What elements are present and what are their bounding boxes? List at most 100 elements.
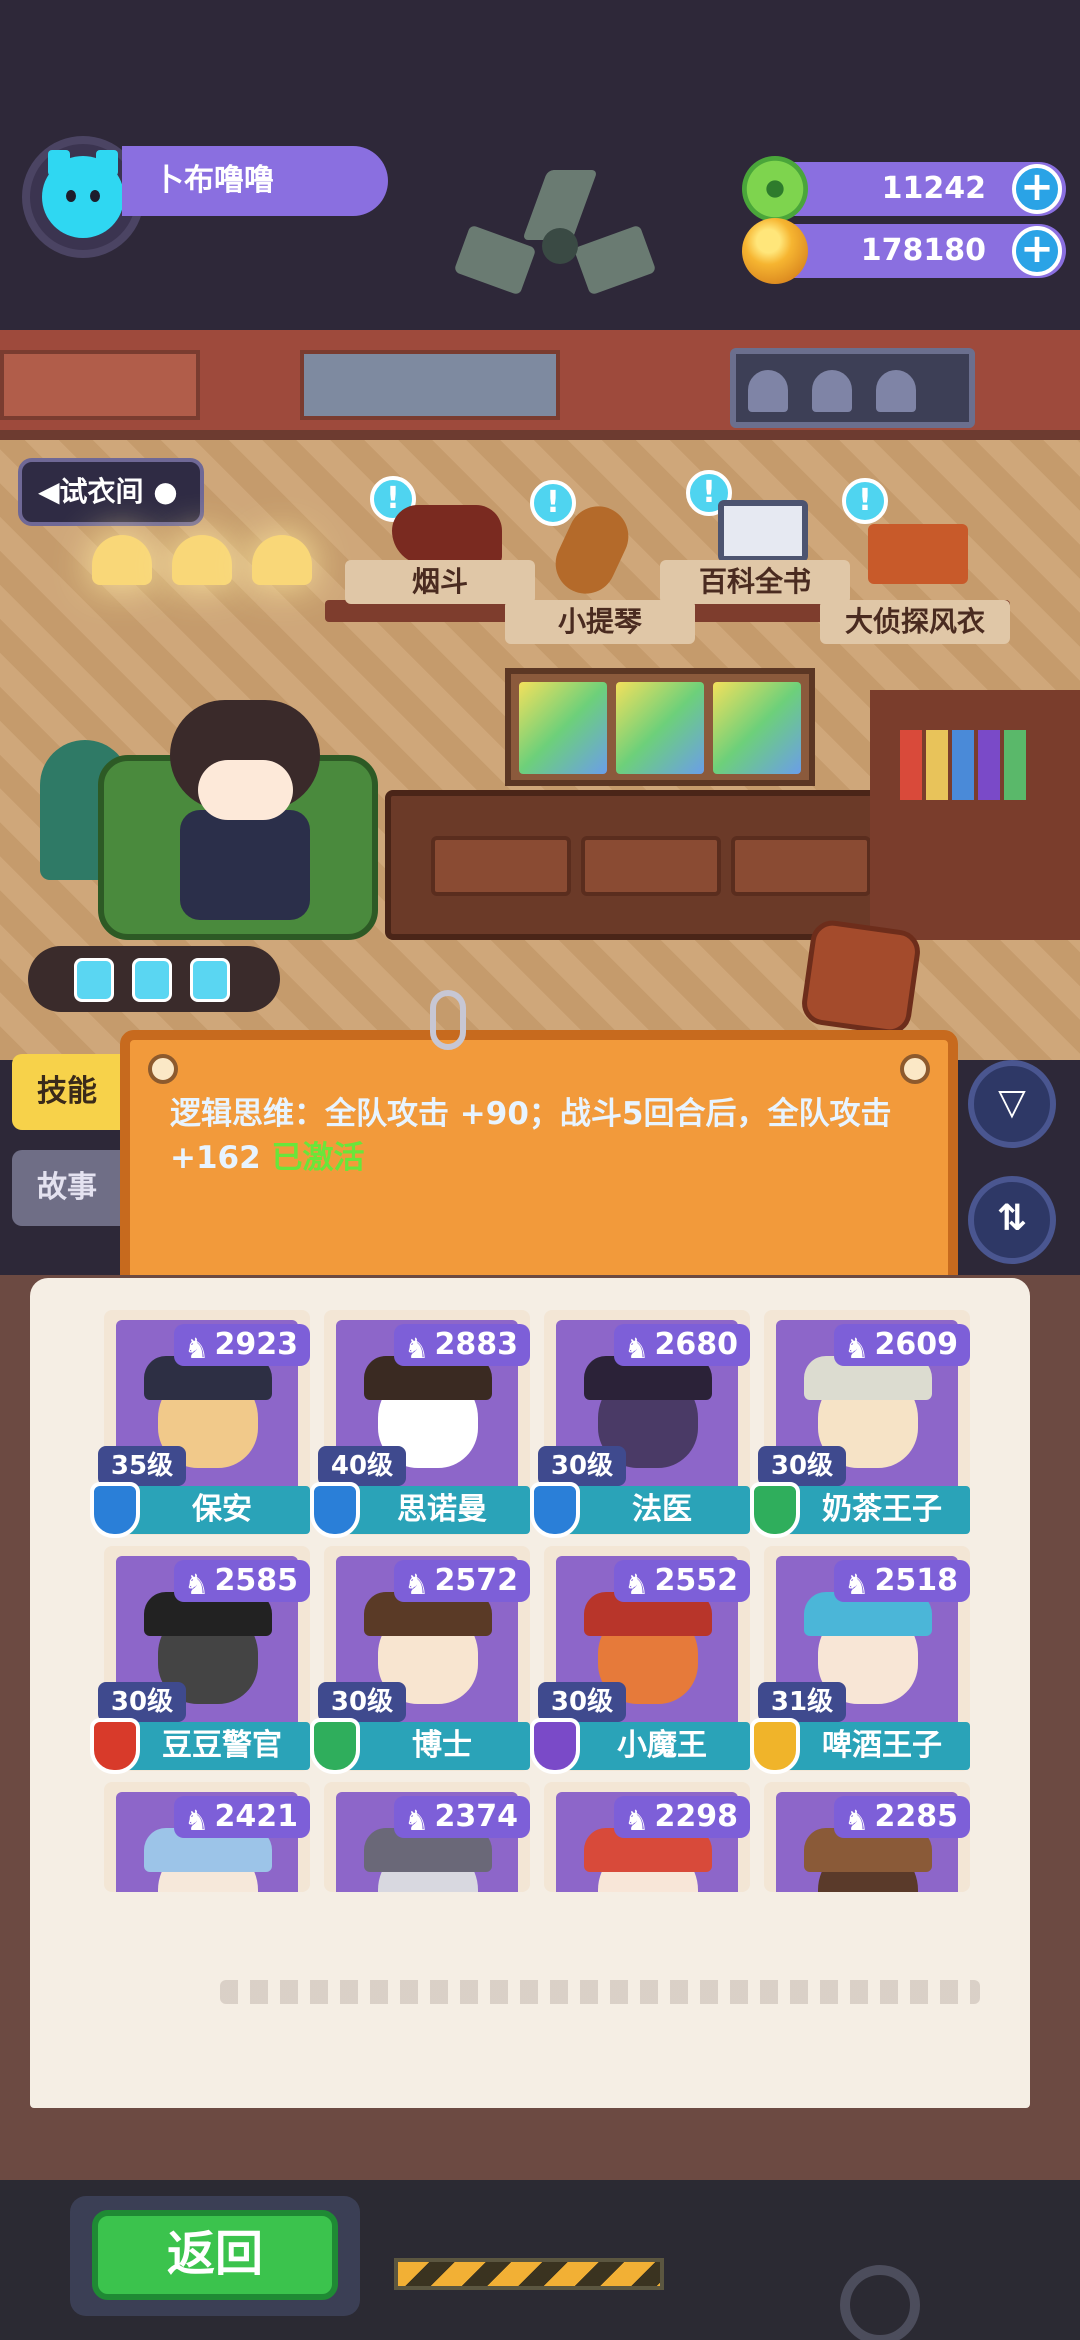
detective-character[interactable] (160, 700, 330, 920)
energy-bar (28, 946, 280, 1012)
hazard-stripe (394, 2258, 664, 2290)
power-icon: ♞ (404, 1804, 430, 1837)
book (900, 730, 922, 800)
sort-icon: ⇅ (996, 1198, 1028, 1239)
board-bolt (900, 1054, 930, 1084)
sort-button[interactable]: ⇅ (968, 1176, 1056, 1264)
power-number: 2552 (654, 1563, 739, 1598)
power-icon: ♞ (844, 1332, 870, 1365)
power-value: ♞ 2374 (394, 1796, 530, 1838)
encyclopedia-icon[interactable] (718, 500, 808, 562)
class-shield-icon (750, 1718, 800, 1774)
ghost-icon (876, 370, 916, 412)
character-card[interactable]: ♞ 2923 35级 保安 (90, 1310, 310, 1538)
character-card[interactable]: ♞ 2572 30级 博士 (310, 1546, 530, 1774)
chat-bubble-button[interactable] (799, 917, 923, 1038)
power-number: 2285 (874, 1799, 959, 1834)
level-badge: 31级 (758, 1682, 846, 1722)
character-card[interactable]: ♞ 2374 (324, 1782, 530, 1892)
paper-clip (430, 990, 466, 1050)
portrait-picture (713, 682, 801, 774)
character-card[interactable]: ♞ 2421 (104, 1782, 310, 1892)
currency-gold: 178180 + (742, 218, 1066, 284)
power-icon: ♞ (404, 1568, 430, 1601)
power-value: ♞ 2298 (614, 1796, 750, 1838)
desk-drawer (431, 836, 571, 896)
level-badge: 30级 (98, 1682, 186, 1722)
skill-description: 逻辑思维：全队攻击 +90；战斗5回合后，全队攻击 +162 已激活 (170, 1092, 930, 1180)
power-number: 2298 (654, 1799, 739, 1834)
character-card[interactable]: ♞ 2883 40级 思诺曼 (310, 1310, 530, 1538)
character-coat (180, 810, 310, 920)
skill-status: 已激活 (271, 1140, 365, 1176)
filter-button[interactable]: ▽ (968, 1060, 1056, 1148)
ring-decoration (840, 2265, 920, 2340)
power-value: ♞ 2421 (174, 1796, 310, 1838)
power-icon: ♞ (844, 1568, 870, 1601)
character-card[interactable]: ♞ 2552 30级 小魔王 (530, 1546, 750, 1774)
lamp-shade (92, 535, 152, 585)
item-label-violin: 小提琴 (505, 600, 695, 644)
item-label-pipe: 烟斗 (345, 560, 535, 604)
power-icon: ♞ (624, 1804, 650, 1837)
book (978, 730, 1000, 800)
desk-drawer (731, 836, 871, 896)
power-value: ♞ 2923 (174, 1324, 310, 1366)
fan-blade (573, 224, 657, 296)
power-number: 2923 (214, 1327, 299, 1362)
filter-icon: ▽ (998, 1082, 1026, 1123)
character-card[interactable]: ♞ 2285 (764, 1782, 970, 1892)
desk-drawer (581, 836, 721, 896)
power-number: 2518 (874, 1563, 959, 1598)
portrait-picture (519, 682, 607, 774)
level-badge: 35级 (98, 1446, 186, 1486)
alert-icon[interactable]: ! (530, 480, 576, 526)
add-currency-button[interactable]: + (1012, 164, 1062, 214)
power-value: ♞ 2680 (614, 1324, 750, 1366)
ghost-icon (748, 370, 788, 412)
class-shield-icon (530, 1718, 580, 1774)
tab-skill[interactable]: 技能 (12, 1054, 122, 1130)
power-number: 2585 (214, 1563, 299, 1598)
green-gem-icon (742, 156, 808, 222)
back-button[interactable]: 返回 (92, 2210, 338, 2300)
class-shield-icon (310, 1482, 360, 1538)
book (952, 730, 974, 800)
character-card[interactable]: ♞ 2680 30级 法医 (530, 1310, 750, 1538)
power-icon: ♞ (184, 1568, 210, 1601)
class-shield-icon (750, 1482, 800, 1538)
power-value: ♞ 2552 (614, 1560, 750, 1602)
item-label-coat: 大侦探风衣 (820, 600, 1010, 644)
power-icon: ♞ (184, 1332, 210, 1365)
class-shield-icon (530, 1482, 580, 1538)
portrait-frames (505, 668, 815, 786)
desk (385, 790, 905, 940)
character-face (198, 760, 293, 820)
power-number: 2421 (214, 1799, 299, 1834)
power-number: 2374 (434, 1799, 519, 1834)
pipe-icon[interactable] (392, 505, 502, 565)
tab-story[interactable]: 故事 (12, 1150, 122, 1226)
fan-hub (542, 228, 578, 264)
book (1004, 730, 1026, 800)
power-icon: ♞ (624, 1568, 650, 1601)
character-card[interactable]: ♞ 2298 (544, 1782, 750, 1892)
avatar-ear (96, 150, 118, 176)
character-card[interactable]: ♞ 2518 31级 啤酒王子 (750, 1546, 970, 1774)
bookcase (870, 690, 1080, 940)
lamp-shade (172, 535, 232, 585)
player-name: 卜布噜噜 (122, 146, 388, 216)
add-currency-button[interactable]: + (1012, 226, 1062, 276)
blurred-caption (220, 1980, 980, 2004)
character-card[interactable]: ♞ 2609 30级 奶茶王子 (750, 1310, 970, 1538)
portrait-picture (616, 682, 704, 774)
board-bolt (148, 1054, 178, 1084)
power-icon: ♞ (404, 1332, 430, 1365)
ghost-display (730, 348, 975, 428)
currency-value: 11242 (881, 171, 986, 206)
power-number: 2680 (654, 1327, 739, 1362)
character-card[interactable]: ♞ 2585 30级 豆豆警官 (90, 1546, 310, 1774)
detective-coat-icon[interactable] (868, 524, 968, 584)
alert-icon[interactable]: ! (842, 478, 888, 524)
power-icon: ♞ (624, 1332, 650, 1365)
